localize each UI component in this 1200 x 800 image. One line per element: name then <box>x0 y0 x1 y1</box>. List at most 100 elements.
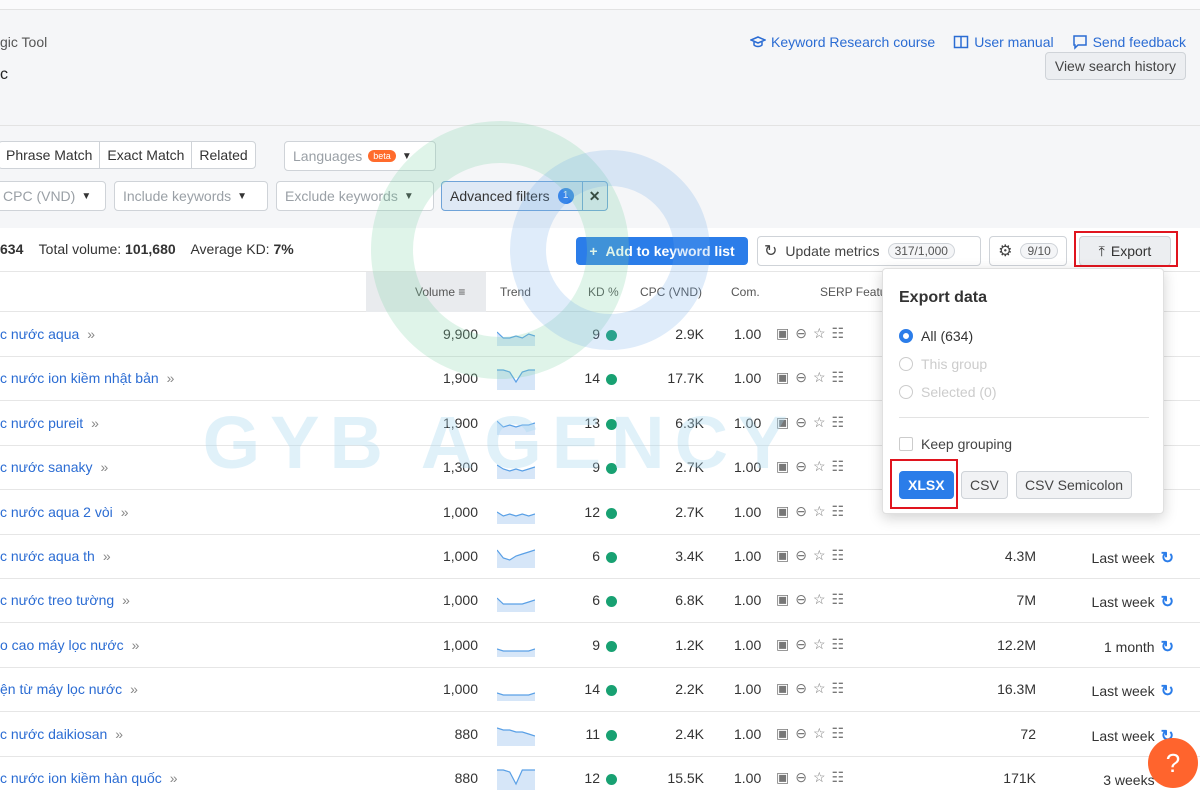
settings-button[interactable]: ⚙ 9/10 <box>989 236 1067 266</box>
advanced-filters[interactable]: Advanced filters 1 ✕ <box>441 181 608 211</box>
screenshot-icon[interactable]: ▣ <box>776 414 789 431</box>
link-icon[interactable]: ⊖ <box>795 591 807 608</box>
close-icon[interactable]: ✕ <box>583 188 607 205</box>
star-icon[interactable]: ☆ <box>813 414 826 431</box>
keyword-link[interactable]: c nước treo tường » <box>0 592 130 608</box>
refresh-icon[interactable]: ↻ <box>1161 592 1174 612</box>
star-icon[interactable]: ☆ <box>813 591 826 608</box>
csv-button[interactable]: CSV <box>961 471 1008 499</box>
keep-grouping-checkbox[interactable]: Keep grouping <box>899 436 1012 452</box>
arrow-icon[interactable]: » <box>170 770 178 786</box>
arrow-icon[interactable]: » <box>103 548 111 564</box>
keyword-link[interactable]: c nước aqua » <box>0 326 95 342</box>
tab-exact-match[interactable]: Exact Match <box>100 142 193 168</box>
star-icon[interactable]: ☆ <box>813 458 826 475</box>
star-icon[interactable]: ☆ <box>813 725 826 742</box>
arrow-icon[interactable]: » <box>87 326 95 342</box>
keyword-link[interactable]: c nước daikiosan » <box>0 726 123 742</box>
exclude-keywords-dropdown[interactable]: Exclude keywords ▼ <box>276 181 434 211</box>
screenshot-icon[interactable]: ▣ <box>776 503 789 520</box>
screenshot-icon[interactable]: ▣ <box>776 591 789 608</box>
keyword-link[interactable]: ện từ máy lọc nước » <box>0 681 138 697</box>
refresh-icon[interactable]: ↻ <box>1161 637 1174 657</box>
star-icon[interactable]: ☆ <box>813 547 826 564</box>
star-icon[interactable]: ☆ <box>813 680 826 697</box>
arrow-icon[interactable]: » <box>130 681 138 697</box>
star-icon[interactable]: ☆ <box>813 769 826 786</box>
keyword-link[interactable]: c nước ion kiềm hàn quốc » <box>0 770 178 786</box>
sitelinks-icon[interactable]: ☷ <box>832 458 845 475</box>
link-icon[interactable]: ⊖ <box>795 680 807 697</box>
arrow-icon[interactable]: » <box>122 592 130 608</box>
radio-this-group[interactable]: This group <box>899 356 987 372</box>
update-metrics-button[interactable]: ↻ Update metrics 317/1,000 <box>757 236 981 266</box>
sitelinks-icon[interactable]: ☷ <box>832 725 845 742</box>
link-icon[interactable]: ⊖ <box>795 769 807 786</box>
sitelinks-icon[interactable]: ☷ <box>832 369 845 386</box>
keyword-link[interactable]: c nước sanaky » <box>0 459 108 475</box>
refresh-icon[interactable]: ↻ <box>1161 548 1174 568</box>
sitelinks-icon[interactable]: ☷ <box>832 547 845 564</box>
screenshot-icon[interactable]: ▣ <box>776 636 789 653</box>
screenshot-icon[interactable]: ▣ <box>776 547 789 564</box>
refresh-icon[interactable]: ↻ <box>1161 681 1174 701</box>
cpc-dropdown[interactable]: CPC (VND) ▼ <box>0 181 106 211</box>
link-icon[interactable]: ⊖ <box>795 503 807 520</box>
th-com[interactable]: Com. <box>731 285 760 299</box>
link-icon[interactable]: ⊖ <box>795 369 807 386</box>
languages-dropdown[interactable]: Languages beta ▼ <box>284 141 436 171</box>
keyword-link[interactable]: c nước ion kiềm nhật bản » <box>0 370 174 386</box>
view-search-history-button[interactable]: View search history <box>1044 52 1186 80</box>
tab-related[interactable]: Related <box>192 142 254 168</box>
star-icon[interactable]: ☆ <box>813 636 826 653</box>
link-icon[interactable]: ⊖ <box>795 458 807 475</box>
th-serp[interactable]: SERP Featu <box>820 285 886 299</box>
th-kd[interactable]: KD % <box>588 285 619 299</box>
feedback-link[interactable]: Send feedback <box>1072 34 1186 50</box>
radio-selected[interactable]: Selected (0) <box>899 384 996 400</box>
screenshot-icon[interactable]: ▣ <box>776 325 789 342</box>
screenshot-icon[interactable]: ▣ <box>776 725 789 742</box>
th-cpc[interactable]: CPC (VND) <box>640 285 702 299</box>
tab-phrase-match[interactable]: Phrase Match <box>0 142 101 168</box>
sitelinks-icon[interactable]: ☷ <box>832 591 845 608</box>
link-icon[interactable]: ⊖ <box>795 725 807 742</box>
help-button[interactable]: ? <box>1148 738 1198 788</box>
sitelinks-icon[interactable]: ☷ <box>832 680 845 697</box>
link-icon[interactable]: ⊖ <box>795 636 807 653</box>
radio-all[interactable]: All (634) <box>899 328 973 344</box>
keyword-link[interactable]: o cao máy lọc nước » <box>0 637 139 653</box>
keyword-link[interactable]: c nước pureit » <box>0 415 99 431</box>
arrow-icon[interactable]: » <box>115 726 123 742</box>
sitelinks-icon[interactable]: ☷ <box>832 769 845 786</box>
arrow-icon[interactable]: » <box>100 459 108 475</box>
screenshot-icon[interactable]: ▣ <box>776 369 789 386</box>
advanced-filters-button[interactable]: Advanced filters 1 <box>442 182 583 210</box>
sitelinks-icon[interactable]: ☷ <box>832 414 845 431</box>
star-icon[interactable]: ☆ <box>813 369 826 386</box>
sitelinks-icon[interactable]: ☷ <box>832 503 845 520</box>
user-manual-link[interactable]: User manual <box>953 34 1054 50</box>
arrow-icon[interactable]: » <box>132 637 140 653</box>
star-icon[interactable]: ☆ <box>813 325 826 342</box>
link-icon[interactable]: ⊖ <box>795 414 807 431</box>
arrow-icon[interactable]: » <box>121 504 129 520</box>
add-to-keyword-list-button[interactable]: + Add to keyword list <box>576 237 748 265</box>
screenshot-icon[interactable]: ▣ <box>776 458 789 475</box>
sitelinks-icon[interactable]: ☷ <box>832 636 845 653</box>
sitelinks-icon[interactable]: ☷ <box>832 325 845 342</box>
arrow-icon[interactable]: » <box>167 370 175 386</box>
csv-semicolon-button[interactable]: CSV Semicolon <box>1016 471 1133 499</box>
screenshot-icon[interactable]: ▣ <box>776 680 789 697</box>
course-link[interactable]: Keyword Research course <box>750 34 935 50</box>
star-icon[interactable]: ☆ <box>813 503 826 520</box>
th-trend[interactable]: Trend <box>500 285 531 299</box>
keyword-link[interactable]: c nước aqua th » <box>0 548 111 564</box>
keyword-link[interactable]: c nước aqua 2 vòi » <box>0 504 129 520</box>
arrow-icon[interactable]: » <box>91 415 99 431</box>
link-icon[interactable]: ⊖ <box>795 547 807 564</box>
th-volume[interactable]: Volume ≡ <box>415 285 465 299</box>
breadcrumb[interactable]: gic Tool <box>0 34 47 50</box>
include-keywords-dropdown[interactable]: Include keywords ▼ <box>114 181 268 211</box>
link-icon[interactable]: ⊖ <box>795 325 807 342</box>
